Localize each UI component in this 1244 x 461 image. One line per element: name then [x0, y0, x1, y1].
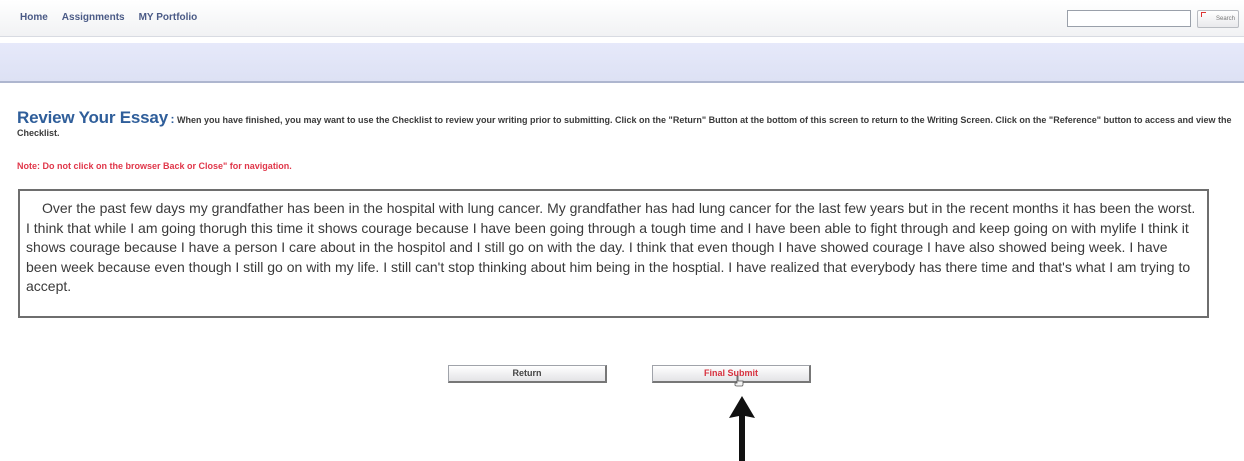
header-band [0, 43, 1244, 83]
page-title: Review Your Essay [17, 108, 168, 127]
nav-my-portfolio[interactable]: MY Portfolio [139, 12, 198, 23]
search-input[interactable] [1067, 10, 1191, 27]
review-heading: Review Your Essay : When you have finish… [17, 108, 1232, 140]
nav-links: Home Assignments MY Portfolio [20, 12, 197, 23]
annotation-arrow-icon [729, 396, 755, 461]
instructions-text: When you have finished, you may want to … [17, 115, 1232, 138]
page: Home Assignments MY Portfolio Search Rev… [0, 0, 1244, 461]
nav-home[interactable]: Home [20, 12, 48, 23]
title-separator: : [170, 112, 175, 126]
return-button[interactable]: Return [448, 365, 607, 383]
nav-assignments[interactable]: Assignments [62, 12, 125, 23]
essay-box: Over the past few days my grandfather ha… [18, 189, 1209, 318]
search-icon [1201, 12, 1206, 17]
search-button-label: Search [1215, 16, 1235, 22]
mouse-cursor-icon [734, 375, 744, 387]
top-nav-bar: Home Assignments MY Portfolio Search [0, 0, 1244, 37]
final-submit-button[interactable]: Final Submit [652, 365, 811, 383]
search-button[interactable]: Search [1197, 10, 1239, 28]
navigation-note: Note: Do not click on the browser Back o… [17, 161, 292, 171]
essay-text: Over the past few days my grandfather ha… [26, 200, 1196, 294]
